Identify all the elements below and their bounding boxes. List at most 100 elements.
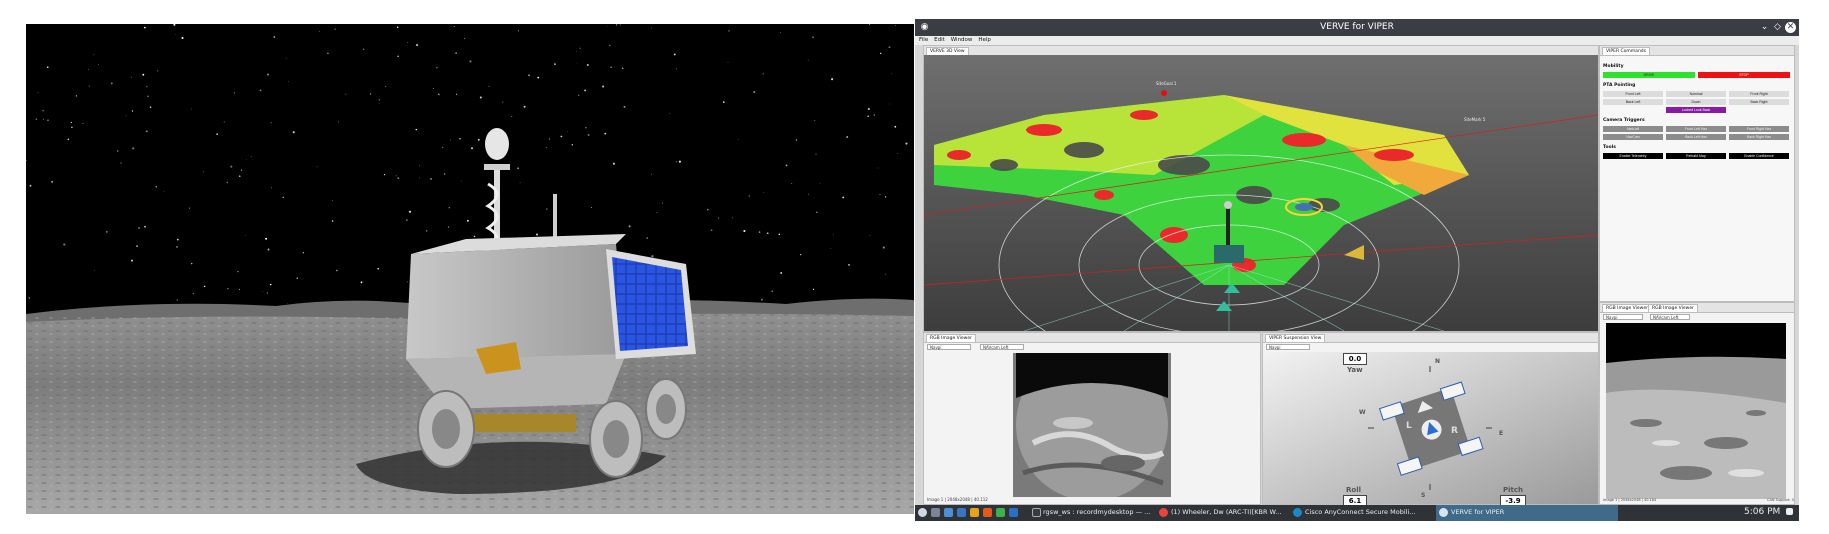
tab-verve-3d-view[interactable]: VERVE 3D View: [926, 47, 969, 55]
star: [149, 106, 152, 109]
rgb-left-camera-select[interactable]: NAVcam Left: [980, 344, 1024, 350]
tab-viper-commands[interactable]: VIPER Commands: [1602, 47, 1650, 55]
browser-icon[interactable]: [957, 508, 966, 517]
tab-viper-suspension-view[interactable]: VIPER Suspension View: [1265, 334, 1326, 342]
rgb-left-source-select[interactable]: Navpi: [927, 344, 971, 350]
rebuild-map-button[interactable]: Rebuild Map: [1666, 153, 1726, 159]
star: [517, 30, 519, 32]
tab-rgb-image-viewer-right-1[interactable]: RGB Image Viewer: [1602, 304, 1652, 312]
navcam-right-image: [1606, 323, 1786, 499]
star: [473, 235, 476, 238]
rgb-right-camera-select[interactable]: NAVcam Left: [1650, 314, 1690, 320]
star: [285, 58, 287, 59]
stop-button[interactable]: STOP: [1698, 72, 1790, 78]
terminal-icon[interactable]: [1009, 508, 1018, 517]
star: [287, 303, 288, 304]
vlc-icon[interactable]: [970, 508, 979, 517]
star: [146, 86, 148, 88]
menu-window[interactable]: Window: [951, 36, 973, 45]
start-menu-icon[interactable]: [918, 508, 927, 517]
workspaces-icon[interactable]: [931, 508, 940, 517]
star: [292, 131, 295, 134]
close-icon[interactable]: ✕: [1785, 22, 1796, 33]
menu-bar: File Edit Window Help: [915, 36, 1799, 45]
taskbar-item-recordmydesktop[interactable]: rgsw_ws : recordmydesktop — ...: [1043, 508, 1150, 516]
star: [905, 142, 908, 145]
trigger-navleft-button[interactable]: NavLeft: [1603, 126, 1663, 132]
star: [131, 259, 133, 262]
title-bar: ◉ VERVE for VIPER ⌄ ◇ ✕: [915, 19, 1799, 36]
star: [395, 175, 397, 177]
menu-help[interactable]: Help: [978, 36, 991, 45]
star: [791, 182, 793, 185]
trigger-back-right-haz-button[interactable]: Back Right Haz: [1729, 134, 1789, 140]
star: [267, 73, 269, 76]
star: [370, 93, 372, 95]
star: [676, 68, 678, 70]
star: [332, 200, 333, 201]
point-nominal-button[interactable]: Nominal: [1666, 91, 1726, 97]
star: [758, 231, 761, 233]
star: [110, 82, 113, 85]
star: [479, 96, 482, 99]
trigger-navcam-button[interactable]: NavCam: [1603, 134, 1663, 140]
star: [345, 93, 347, 95]
app-green-icon[interactable]: [996, 508, 1005, 517]
star: [226, 181, 229, 184]
star: [143, 26, 146, 29]
star: [535, 233, 539, 236]
star: [377, 267, 380, 270]
menu-edit[interactable]: Edit: [934, 36, 945, 45]
point-back-right-button[interactable]: Back Right: [1729, 99, 1789, 105]
star: [888, 46, 891, 49]
menu-file[interactable]: File: [919, 36, 928, 45]
point-down-button[interactable]: Down: [1666, 99, 1726, 105]
star: [397, 177, 400, 179]
enable-confidence-button[interactable]: Enable Confidence: [1729, 153, 1789, 159]
star: [675, 161, 677, 163]
star: [780, 271, 783, 274]
restore-icon[interactable]: ◇: [1772, 22, 1783, 33]
show-desktop-icon[interactable]: [1786, 508, 1793, 515]
star: [447, 226, 449, 228]
taskbar-item-cisco[interactable]: Cisco AnyConnect Secure Mobili...: [1305, 508, 1415, 516]
trigger-front-left-haz-button[interactable]: Front Left Haz: [1666, 126, 1726, 132]
star: [455, 52, 457, 54]
star: [548, 138, 550, 140]
star: [98, 63, 100, 65]
star: [575, 63, 577, 65]
tab-rgb-image-viewer-right-2[interactable]: RGB Image Viewer: [1648, 304, 1698, 312]
star: [646, 237, 648, 239]
body-left-label: L: [1406, 421, 1412, 431]
locked-look-back-button[interactable]: Locked Look Back: [1666, 107, 1726, 113]
tab-rgb-image-viewer-left[interactable]: RGB Image Viewer: [926, 334, 976, 342]
drive-button[interactable]: DRIVE: [1603, 72, 1695, 78]
minimize-icon[interactable]: ⌄: [1759, 22, 1770, 33]
firefox-icon[interactable]: [983, 508, 992, 517]
star: [753, 91, 756, 94]
enable-telemetry-button[interactable]: Enable Telemetry: [1603, 153, 1663, 159]
trigger-front-right-haz-button[interactable]: Front Right Haz: [1729, 126, 1789, 132]
star: [889, 103, 890, 105]
star: [609, 44, 611, 47]
star: [502, 101, 504, 103]
star: [651, 255, 654, 258]
star: [894, 125, 897, 128]
star: [67, 138, 70, 141]
star: [176, 238, 179, 241]
terrain-3d-canvas[interactable]: SiteGoal 1 SiteMark 5: [924, 55, 1598, 331]
files-icon[interactable]: [944, 508, 953, 517]
point-front-left-button[interactable]: Front Left: [1603, 91, 1663, 97]
star: [546, 208, 548, 210]
point-front-right-button[interactable]: Front Right: [1729, 91, 1789, 97]
taskbar-item-chrome[interactable]: (1) Wheeler, Dw (ARC-TI)[KBR W...: [1171, 508, 1281, 516]
point-back-left-button[interactable]: Back Left: [1603, 99, 1663, 105]
star: [807, 59, 809, 61]
taskbar-active-item[interactable]: VERVE for VIPER: [1436, 505, 1618, 521]
star: [807, 193, 809, 195]
rgb-right-source-select[interactable]: Navpi: [1603, 314, 1643, 320]
suspension-source-select[interactable]: Navpi: [1266, 344, 1310, 350]
trigger-back-left-haz-button[interactable]: Back Left Haz: [1666, 134, 1726, 140]
star: [142, 73, 145, 76]
star: [885, 273, 887, 275]
